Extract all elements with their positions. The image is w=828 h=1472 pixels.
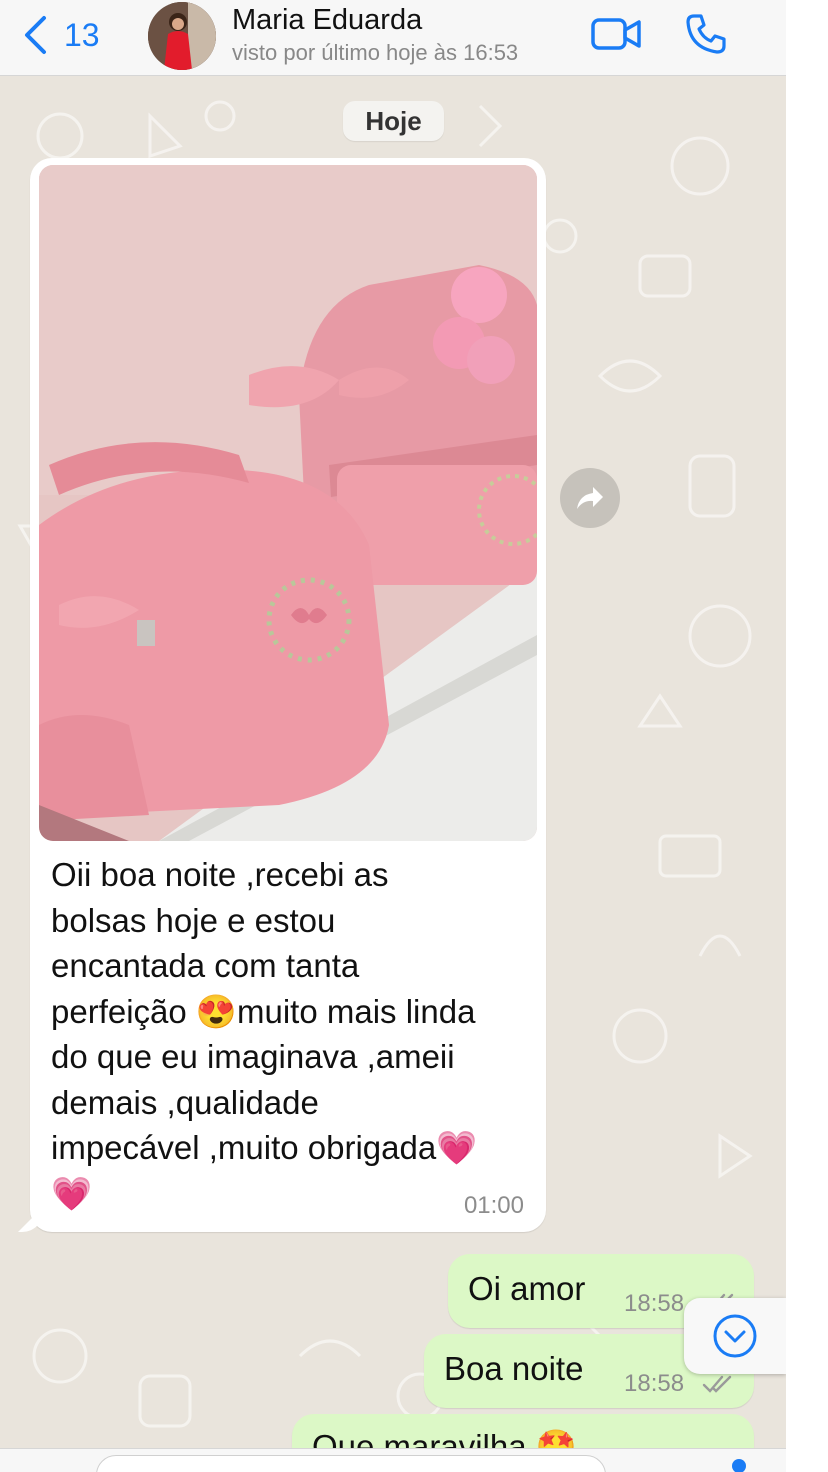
back-button[interactable]: 13: [22, 12, 100, 58]
composer-bar: [0, 1448, 786, 1472]
message-time: 01:00: [463, 1192, 524, 1219]
chevron-down-icon: [713, 1314, 757, 1358]
forward-icon: [577, 487, 603, 509]
chat-screen: 13 Maria Eduarda visto por último hoje à…: [0, 0, 786, 1472]
message-time: 18:58: [624, 1290, 685, 1317]
message-text: Oi amor: [468, 1270, 586, 1307]
contact-name[interactable]: Maria Eduarda: [232, 4, 422, 37]
message-text: Oii boa noite ,recebi as bolsas hoje e e…: [51, 856, 478, 1212]
read-ticks-icon: [702, 1375, 732, 1393]
forward-button[interactable]: [560, 468, 620, 528]
chevron-left-icon: [25, 16, 46, 54]
message-time: 18:58: [624, 1370, 685, 1397]
chat-header: 13 Maria Eduarda visto por último hoje à…: [0, 0, 786, 76]
screen-edge: [786, 0, 828, 1472]
message-photo[interactable]: [39, 165, 537, 841]
microphone-icon[interactable]: [732, 1459, 746, 1472]
unread-count: 13: [64, 16, 100, 53]
last-seen-status: visto por último hoje às 16:53: [232, 40, 519, 65]
message-input[interactable]: [96, 1455, 606, 1472]
phone-call-icon[interactable]: [684, 12, 728, 56]
video-call-icon[interactable]: [590, 14, 642, 54]
avatar[interactable]: [148, 2, 216, 70]
incoming-message[interactable]: Oii boa noite ,recebi as bolsas hoje e e…: [30, 158, 546, 1232]
date-separator: Hoje: [343, 101, 444, 141]
scroll-to-bottom-button[interactable]: [684, 1298, 786, 1374]
message-text: Boa noite: [444, 1350, 584, 1387]
